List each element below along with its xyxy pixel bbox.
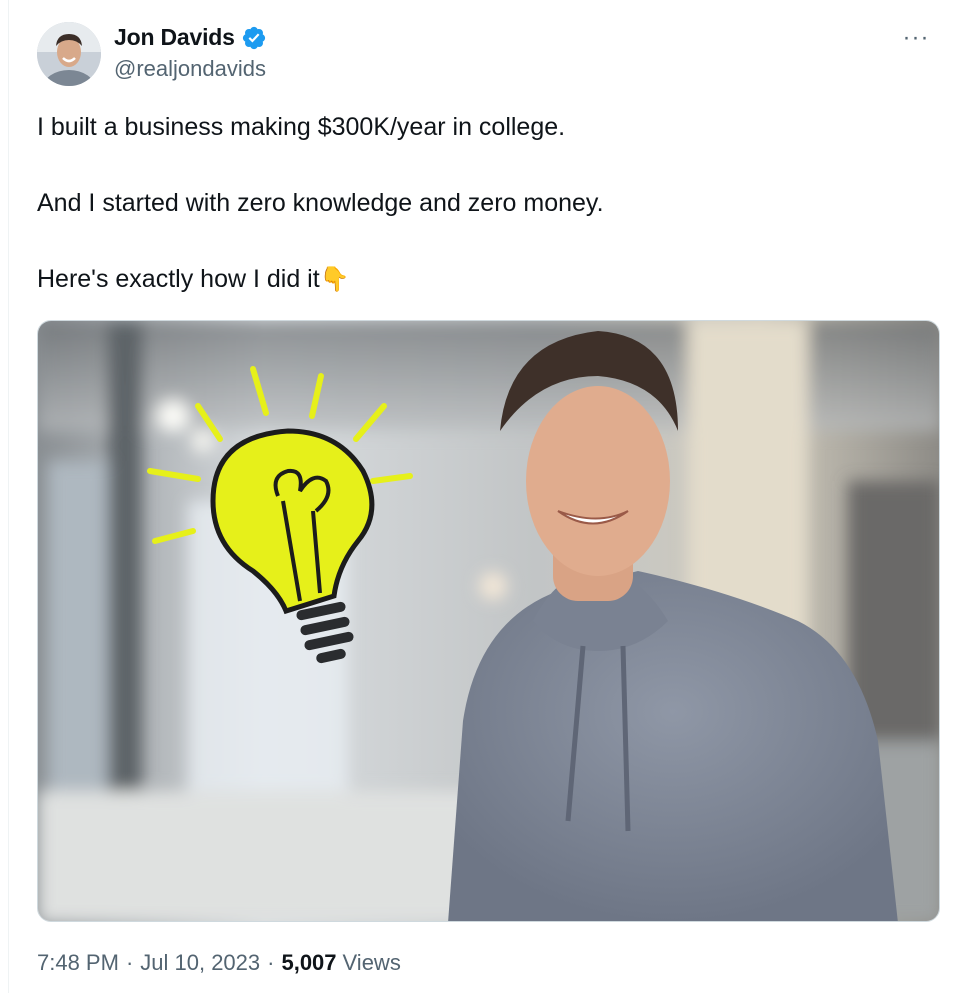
tweet-line-1: I built a business making $300K/year in … <box>37 113 566 141</box>
verified-badge-icon <box>241 25 267 51</box>
author-handle[interactable]: @realjondavids <box>114 56 266 82</box>
photo-image <box>38 321 939 921</box>
views-label[interactable]: Views <box>343 950 401 976</box>
tweet-time[interactable]: 7:48 PM <box>37 950 119 976</box>
tweet-header: Jon Davids @realjondavids ··· <box>37 22 938 86</box>
pointing-down-icon: 👇 <box>319 266 350 293</box>
more-options-icon[interactable]: ··· <box>896 22 936 54</box>
meta-separator: · <box>125 950 134 975</box>
tweet-media-photo[interactable] <box>37 320 940 922</box>
tweet-date[interactable]: Jul 10, 2023 <box>140 950 260 976</box>
tweet-line-2: And I started with zero knowledge and ze… <box>37 189 604 217</box>
avatar-image <box>37 22 101 86</box>
tweet-line-3: Here's exactly how I did it👇 <box>37 260 917 299</box>
views-count[interactable]: 5,007 <box>281 950 336 976</box>
tweet-text: I built a business making $300K/year in … <box>37 108 917 299</box>
meta-separator: · <box>267 950 275 975</box>
timeline-divider <box>8 0 9 993</box>
avatar[interactable] <box>37 22 101 86</box>
author-display-name[interactable]: Jon Davids <box>114 24 235 51</box>
tweet-line-3-text: Here's exactly how I did it <box>37 265 320 293</box>
tweet-metadata: 7:48 PM · Jul 10, 2023 · 5,007 Views <box>37 950 401 976</box>
